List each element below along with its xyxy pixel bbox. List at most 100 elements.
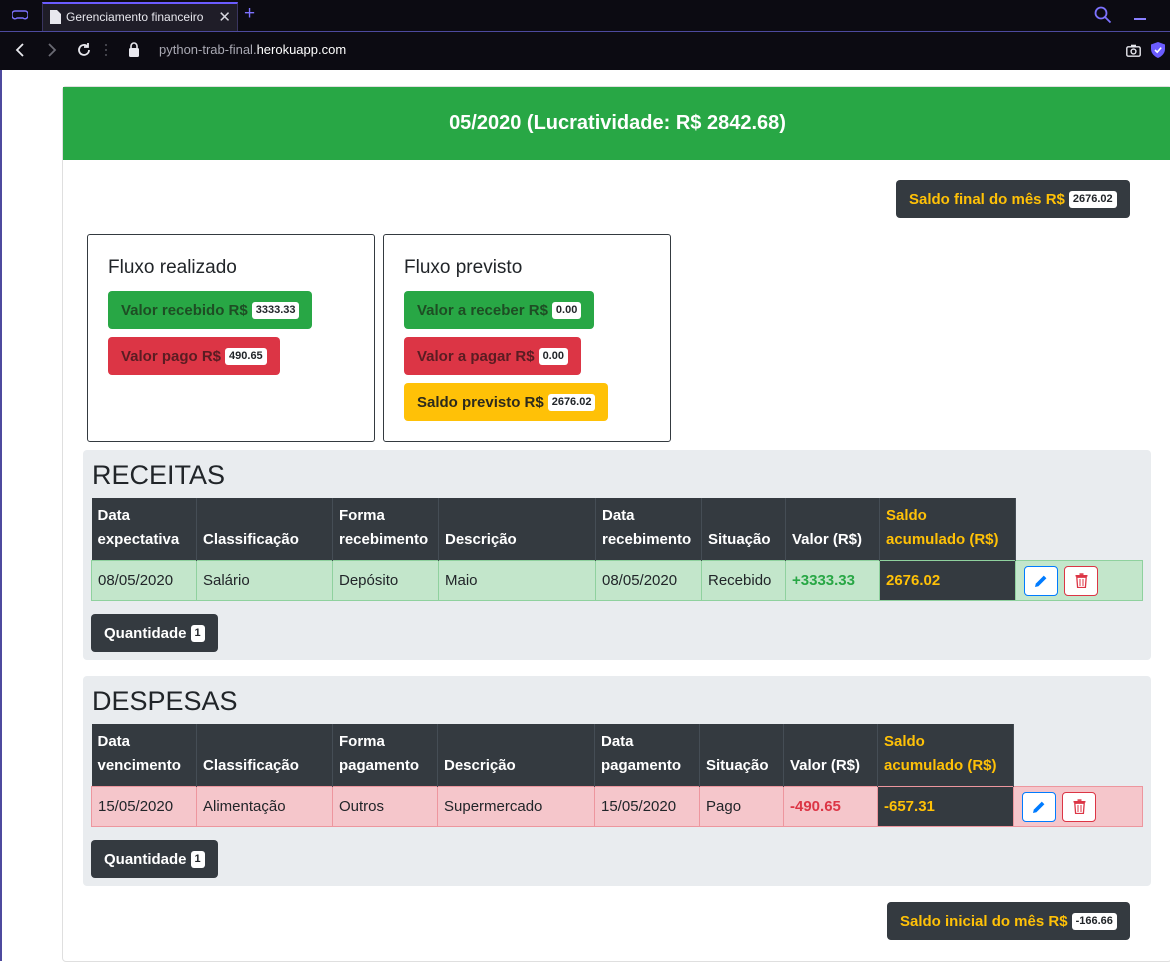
- month-header: 05/2020 (Lucratividade: R$ 2842.68): [63, 87, 1170, 160]
- separator-icon: [105, 44, 107, 56]
- col-valor: Valor (R$): [783, 724, 878, 787]
- col-saldo-acumulado: Saldo acumulado (R$): [879, 498, 1016, 561]
- col-forma-recebimento: Forma recebimento: [332, 498, 439, 561]
- col-classificacao: Classificação: [196, 498, 333, 561]
- saldo-previsto-value: 2676.02: [547, 393, 596, 411]
- shield-icon[interactable]: [1151, 42, 1165, 58]
- table-header-row: Data expectativa Classificação Forma receb…: [91, 498, 1143, 561]
- table-row: 08/05/2020 Salário Depósito Maio 08/05/2…: [91, 560, 1143, 601]
- fluxo-realizado-title: Fluxo realizado: [108, 257, 237, 278]
- despesas-table: Data vencimento Classificação Forma pagame…: [91, 724, 1143, 827]
- tab-title: Gerenciamento financeiro: [66, 10, 204, 24]
- valor-a-pagar-badge: Valor a pagar R$ 0.00: [404, 337, 581, 375]
- saldo-final-label: Saldo final do mês R$: [909, 190, 1065, 208]
- cell-data-recebimento: 08/05/2020: [595, 560, 702, 601]
- col-data-pagamento: Data pagamento: [594, 724, 700, 787]
- cell-descricao: Supermercado: [437, 786, 595, 827]
- cell-descricao: Maio: [438, 560, 596, 601]
- table-row: 15/05/2020 Alimentação Outros Supermerca…: [91, 786, 1143, 827]
- back-icon[interactable]: [10, 40, 30, 60]
- gamepad-icon[interactable]: [12, 8, 28, 22]
- valor-pago-value: 490.65: [225, 347, 267, 365]
- url-prefix: python-trab-final.: [159, 42, 257, 57]
- cell-situacao: Pago: [699, 786, 784, 827]
- cell-data-vencimento: 15/05/2020: [91, 786, 197, 827]
- receitas-table: Data expectativa Classificação Forma receb…: [91, 498, 1143, 601]
- saldo-inicial-value: -166.66: [1071, 912, 1117, 930]
- fluxo-previsto-title: Fluxo previsto: [404, 257, 523, 278]
- quantidade-label: Quantidade: [104, 850, 187, 868]
- fluxo-realizado-box: Fluxo realizado Valor recebido R$ 3333.3…: [87, 234, 375, 442]
- despesas-quantidade-badge: Quantidade 1: [91, 840, 218, 878]
- valor-pago-label: Valor pago R$: [121, 347, 222, 365]
- col-valor: Valor (R$): [785, 498, 880, 561]
- col-data-expectativa: Data expectativa: [91, 498, 197, 561]
- delete-button[interactable]: [1062, 791, 1097, 822]
- col-situacao: Situação: [701, 498, 786, 561]
- valor-a-receber-badge: Valor a receber R$ 0.00: [404, 291, 595, 329]
- quantidade-value: 1: [190, 850, 205, 868]
- valor-recebido-label: Valor recebido R$: [121, 301, 248, 319]
- close-tab-icon[interactable]: ✕: [218, 8, 231, 26]
- lock-icon[interactable]: [128, 42, 140, 57]
- camera-icon[interactable]: [1126, 44, 1141, 57]
- saldo-inicial-label: Saldo inicial do mês R$: [900, 912, 1068, 930]
- edit-button[interactable]: [1022, 791, 1056, 822]
- col-saldo-acumulado: Saldo acumulado (R$): [877, 724, 1014, 787]
- browser-tab[interactable]: Gerenciamento financeiro ✕: [42, 2, 238, 31]
- col-actions: [1016, 498, 1143, 561]
- col-descricao: Descrição: [437, 724, 595, 787]
- minimize-icon[interactable]: [1134, 18, 1146, 20]
- receitas-quantidade-badge: Quantidade 1: [91, 614, 218, 652]
- fluxo-previsto-box: Fluxo previsto Valor a receber R$ 0.00 V…: [383, 234, 671, 442]
- url-host: herokuapp.com: [256, 42, 347, 57]
- reload-icon[interactable]: [74, 40, 94, 60]
- table-header-row: Data vencimento Classificação Forma pagame…: [91, 724, 1143, 787]
- cell-classificacao: Alimentação: [196, 786, 333, 827]
- col-situacao: Situação: [699, 724, 784, 787]
- cell-valor: +3333.33: [785, 560, 880, 601]
- col-actions: [1014, 724, 1143, 787]
- valor-a-receber-label: Valor a receber R$: [417, 301, 548, 319]
- search-icon[interactable]: [1094, 6, 1112, 24]
- edit-button[interactable]: [1024, 565, 1058, 596]
- valor-a-pagar-value: 0.00: [538, 347, 568, 365]
- col-forma-pagamento: Forma pagamento: [332, 724, 438, 787]
- cell-actions: [1013, 786, 1143, 827]
- trash-icon: [1075, 573, 1088, 588]
- cell-forma: Outros: [332, 786, 438, 827]
- despesas-title: DESPESAS: [92, 686, 238, 716]
- forward-icon[interactable]: [42, 40, 62, 60]
- receitas-title: RECEITAS: [92, 460, 226, 490]
- url-field[interactable]: python-trab-final.herokuapp.com: [159, 42, 346, 57]
- trash-icon: [1073, 799, 1086, 814]
- page-content: 05/2020 (Lucratividade: R$ 2842.68) Sald…: [0, 70, 1170, 962]
- valor-recebido-value: 3333.33: [251, 301, 300, 319]
- browser-tab-bar: Gerenciamento financeiro ✕ +: [0, 0, 1170, 31]
- saldo-final-value: 2676.02: [1068, 190, 1117, 208]
- valor-a-pagar-label: Valor a pagar R$: [417, 347, 535, 365]
- quantidade-value: 1: [190, 624, 205, 642]
- col-classificacao: Classificação: [196, 724, 333, 787]
- cell-valor: -490.65: [783, 786, 878, 827]
- cell-classificacao: Salário: [196, 560, 333, 601]
- valor-pago-badge: Valor pago R$ 490.65: [108, 337, 280, 375]
- new-tab-button[interactable]: +: [244, 3, 255, 25]
- valor-recebido-badge: Valor recebido R$ 3333.33: [108, 291, 313, 329]
- cell-forma: Depósito: [332, 560, 439, 601]
- cell-saldo: -657.31: [877, 786, 1014, 827]
- valor-a-receber-value: 0.00: [551, 301, 582, 319]
- col-descricao: Descrição: [438, 498, 596, 561]
- saldo-previsto-badge: Saldo previsto R$ 2676.02: [404, 383, 609, 421]
- quantidade-label: Quantidade: [104, 624, 187, 642]
- cell-situacao: Recebido: [701, 560, 786, 601]
- cell-data-pagamento: 15/05/2020: [594, 786, 700, 827]
- col-data-recebimento: Data recebimento: [595, 498, 702, 561]
- delete-button[interactable]: [1064, 565, 1099, 596]
- receitas-section: RECEITAS Data expectativa Classificação F…: [83, 450, 1151, 660]
- month-card: 05/2020 (Lucratividade: R$ 2842.68) Sald…: [62, 86, 1170, 962]
- saldo-final-badge: Saldo final do mês R$ 2676.02: [896, 180, 1130, 218]
- document-icon: [50, 10, 61, 24]
- pencil-icon: [1033, 801, 1045, 813]
- pencil-icon: [1035, 575, 1047, 587]
